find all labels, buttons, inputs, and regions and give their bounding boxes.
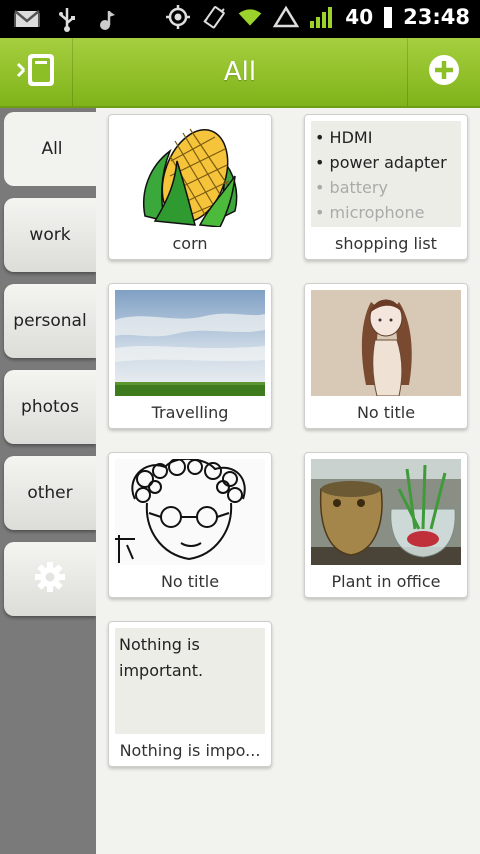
tab-work[interactable]: work <box>4 198 96 272</box>
page-title: All <box>223 57 257 87</box>
checklist-item: • HDMI <box>315 128 373 147</box>
note-card[interactable]: No title <box>304 283 468 429</box>
note-card[interactable]: Nothing is important. Nothing is impo... <box>108 621 272 767</box>
notebook-icon <box>14 50 58 94</box>
tab-all[interactable]: All <box>4 112 100 186</box>
tab-personal[interactable]: personal <box>4 284 96 358</box>
note-title: Travelling <box>151 403 229 422</box>
add-icon <box>427 53 461 91</box>
note-title: No title <box>356 403 416 422</box>
gear-icon <box>33 560 67 599</box>
add-note-button[interactable] <box>407 38 480 106</box>
gps-icon <box>165 4 191 30</box>
sky-field-photo <box>115 290 265 396</box>
note-title: Plant in office <box>331 572 441 591</box>
note-title: shopping list <box>335 234 437 253</box>
action-bar: All <box>0 38 480 108</box>
tab-label: All <box>41 139 63 159</box>
clock: 23:48 <box>403 5 470 29</box>
text-preview: Nothing is important. <box>115 628 265 734</box>
battery-icon <box>383 4 393 30</box>
signal-bars-icon <box>309 4 335 30</box>
note-card[interactable]: Plant in office <box>304 452 468 598</box>
plant-photo <box>311 459 461 565</box>
checklist-item: • power adapter <box>315 153 447 172</box>
notes-grid: corn • HDMI • power adapter • battery • … <box>96 108 480 854</box>
tab-label: other <box>27 483 73 503</box>
note-title: corn <box>172 234 208 253</box>
gmail-icon <box>14 6 40 32</box>
portrait-sketch <box>115 459 265 565</box>
music-icon <box>94 6 120 32</box>
usb-icon <box>54 6 80 32</box>
checklist-preview: • HDMI • power adapter • battery • micro… <box>311 121 461 227</box>
tab-label: photos <box>21 397 79 417</box>
notebook-button[interactable] <box>0 38 73 106</box>
settings-button[interactable] <box>4 542 96 616</box>
tab-label: personal <box>13 311 87 331</box>
note-card[interactable]: Travelling <box>108 283 272 429</box>
wifi-icon <box>237 4 263 30</box>
tab-other[interactable]: other <box>4 456 96 530</box>
vibrate-icon <box>201 4 227 30</box>
checklist-item-done: • microphone <box>315 203 425 222</box>
battery-level: 40 <box>345 5 374 29</box>
note-title: Nothing is impo... <box>119 741 261 760</box>
no-signal-icon <box>273 4 300 30</box>
category-sidebar: All work personal photos other <box>0 108 100 854</box>
checklist-item-done: • battery <box>315 178 388 197</box>
status-bar: 40 23:48 <box>0 0 480 38</box>
tab-photos[interactable]: photos <box>4 370 96 444</box>
corn-thumbnail <box>115 121 265 227</box>
note-card[interactable]: • HDMI • power adapter • battery • micro… <box>304 114 468 260</box>
girl-sketch-photo <box>311 290 461 396</box>
note-title: No title <box>160 572 220 591</box>
tab-label: work <box>29 225 71 245</box>
note-card[interactable]: No title <box>108 452 272 598</box>
note-card[interactable]: corn <box>108 114 272 260</box>
